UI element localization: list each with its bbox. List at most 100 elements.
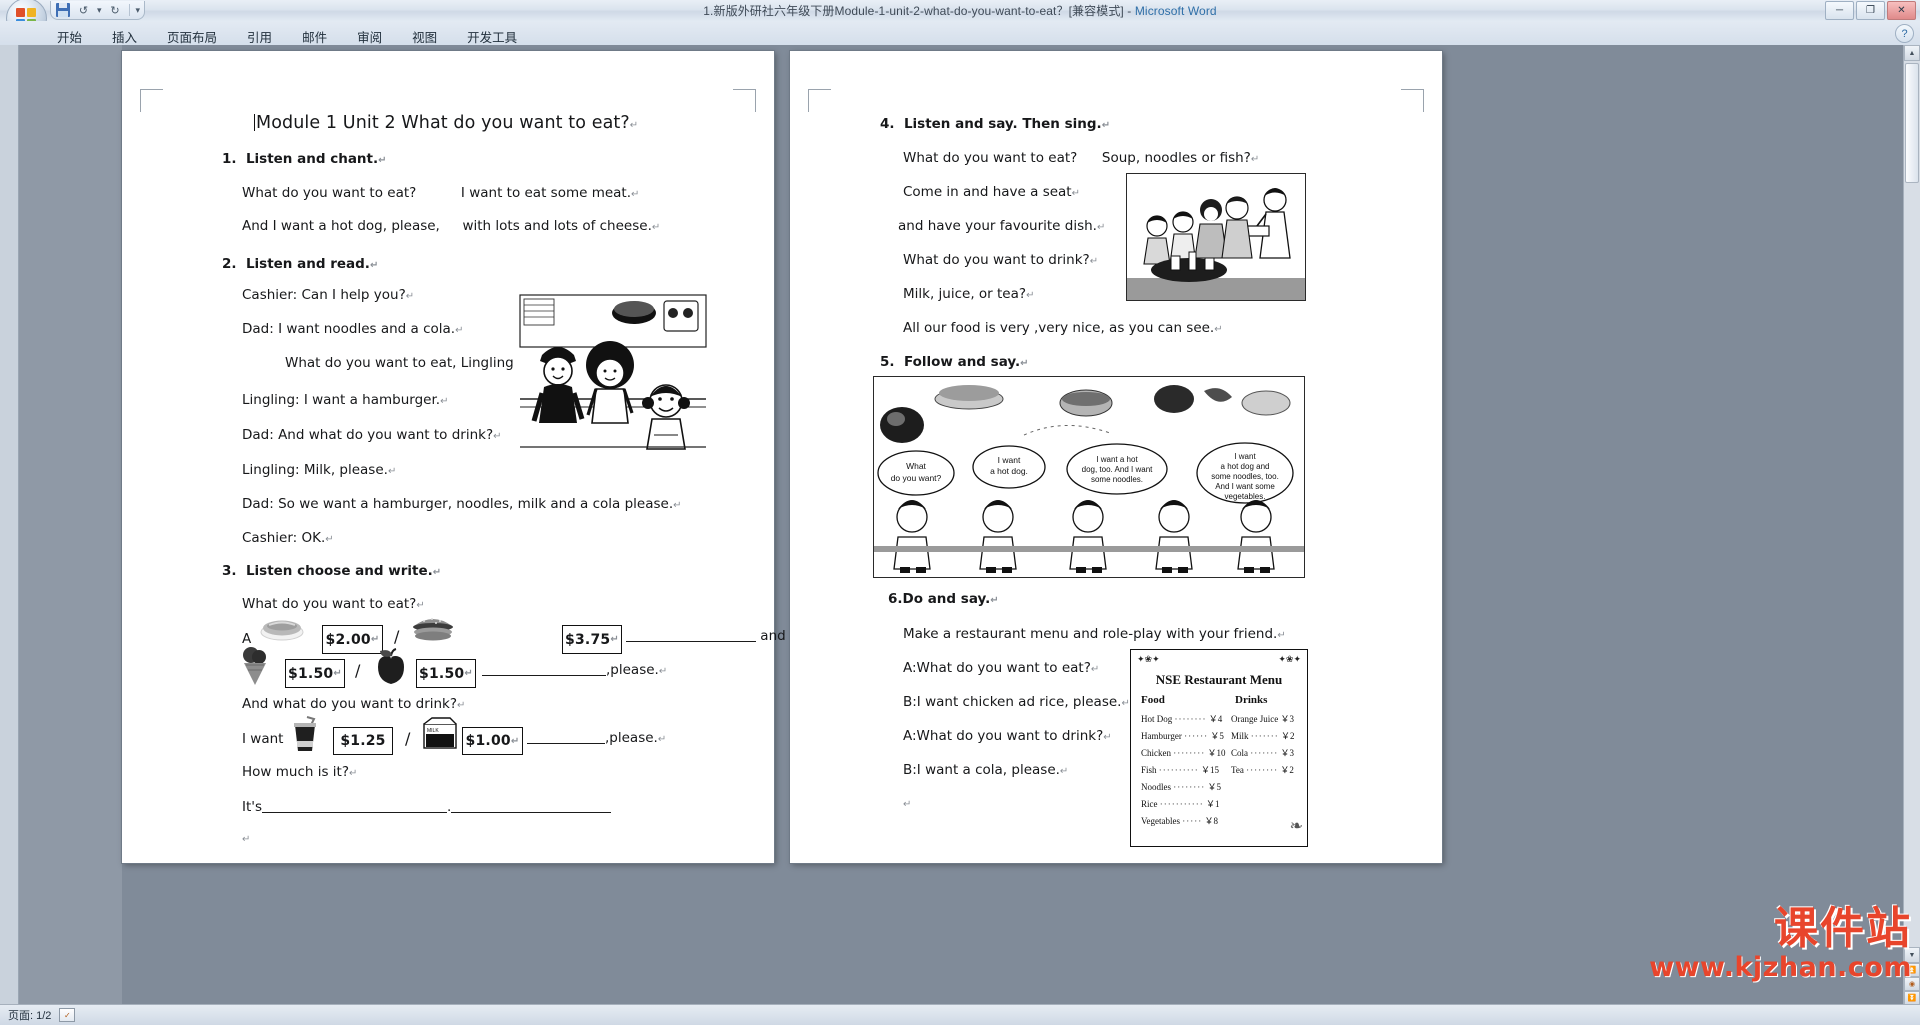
paragraph-mark: ↵ bbox=[349, 768, 358, 779]
paragraph-mark: ↵ bbox=[370, 634, 380, 645]
menu-item-price: ￥4 bbox=[1208, 714, 1223, 724]
menu-dots: ········ bbox=[1173, 748, 1206, 758]
price-box-cola[interactable]: $1.25 bbox=[333, 727, 393, 755]
vertical-scrollbar[interactable]: ▲ ▼ ⏫ ◉ ⏬ bbox=[1903, 45, 1920, 1005]
window-controls: ─ ❐ ✕ bbox=[1825, 1, 1916, 20]
menu-item-price: ￥3 bbox=[1280, 714, 1294, 724]
song-line-5: Milk, juice, or tea?↵ bbox=[903, 286, 1034, 302]
help-button[interactable]: ? bbox=[1895, 24, 1914, 43]
menu-item-name: Tea bbox=[1231, 765, 1244, 775]
next-page-button[interactable]: ⏬ bbox=[1904, 991, 1920, 1005]
section-2-number: 2. bbox=[222, 256, 237, 272]
menu-ornament-topleft: ✦❀✦ bbox=[1137, 654, 1160, 664]
i-want-text: I want bbox=[242, 731, 284, 747]
answer-blank-row-3[interactable]: ,please.↵ bbox=[527, 730, 666, 746]
scroll-up-button[interactable]: ▲ bbox=[1904, 45, 1920, 61]
fill-in-blank[interactable] bbox=[482, 663, 606, 676]
menu-item-price: ￥15 bbox=[1201, 765, 1220, 775]
scroll-down-button[interactable]: ▼ bbox=[1904, 947, 1920, 963]
section-1-line-1: What do you want to eat? I want to eat s… bbox=[242, 185, 639, 201]
paragraph-mark: ↵ bbox=[464, 668, 473, 679]
menu-dots: ·········· bbox=[1158, 765, 1199, 775]
question-text: And what do you want to drink? bbox=[242, 696, 458, 712]
undo-dropdown-icon[interactable]: ▾ bbox=[97, 5, 102, 16]
close-button[interactable]: ✕ bbox=[1887, 1, 1916, 20]
slash-text: / bbox=[405, 729, 411, 748]
menu-ornament-topright: ✦❀✦ bbox=[1278, 654, 1301, 664]
price-box-icecream[interactable]: $1.50 ↵ bbox=[285, 659, 345, 688]
task-line-2: A:What do you want to eat?↵ bbox=[903, 660, 1099, 676]
price-value: $1.25 bbox=[340, 733, 386, 749]
scrollbar-thumb[interactable] bbox=[1905, 63, 1919, 183]
paragraph-mark: ↵ bbox=[387, 466, 397, 477]
select-browse-object-button[interactable]: ◉ bbox=[1904, 977, 1920, 991]
menu-column-food: Food bbox=[1141, 694, 1165, 706]
menu-drink-row: Milk ······· ￥2 bbox=[1231, 729, 1295, 742]
separator-slash-2: / bbox=[355, 661, 360, 680]
maximize-button[interactable]: ❐ bbox=[1856, 1, 1885, 20]
document-page-left[interactable]: Module 1 Unit 2 What do you want to eat?… bbox=[122, 51, 815, 863]
task-line-4: A:What do you want to drink?↵ bbox=[903, 728, 1112, 744]
page-indicator[interactable]: 页面: 1/2 bbox=[0, 1007, 59, 1023]
page-right-content: 4. Listen and say. Then sing.↵ What do y… bbox=[790, 51, 1442, 863]
separator-slash-3: / bbox=[405, 729, 410, 748]
counter-scene-svg bbox=[514, 289, 712, 453]
menu-item-name: Rice bbox=[1141, 799, 1158, 809]
minimize-button[interactable]: ─ bbox=[1825, 1, 1854, 20]
answer-line[interactable]: It's. bbox=[242, 799, 612, 815]
previous-page-button[interactable]: ⏫ bbox=[1904, 963, 1920, 977]
price-box-apple[interactable]: $1.50 ↵ bbox=[416, 659, 476, 688]
menu-item-price: ￥8 bbox=[1204, 816, 1218, 826]
fill-in-blank[interactable] bbox=[626, 629, 756, 642]
chant-line-1a: What do you want to eat? bbox=[242, 185, 417, 201]
fill-in-blank[interactable] bbox=[451, 800, 612, 813]
price-box-milk[interactable]: $1.00 ↵ bbox=[462, 727, 523, 755]
svg-text:some noodles, too.: some noodles, too. bbox=[1211, 472, 1279, 481]
answer-blank-row-1[interactable]: and an↵ bbox=[626, 628, 815, 644]
svg-text:MILK: MILK bbox=[427, 728, 439, 734]
dialog-text: Dad: So we want a hamburger, noodles, mi… bbox=[242, 496, 674, 512]
svg-text:And I want some: And I want some bbox=[1215, 482, 1275, 491]
save-icon[interactable] bbox=[55, 3, 70, 18]
dialog-line-3: What do you want to eat, Lingling?↵ bbox=[285, 355, 529, 371]
menu-item-name: Hot Dog bbox=[1141, 714, 1173, 724]
menu-ornament-bottomright: ❧ bbox=[1289, 818, 1303, 835]
paragraph-mark: ↵ bbox=[432, 567, 442, 578]
paragraph-mark: ↵ bbox=[990, 595, 999, 606]
document-page-right[interactable]: 4. Listen and say. Then sing.↵ What do y… bbox=[790, 51, 1442, 863]
customize-qat-icon[interactable]: ▾ bbox=[136, 5, 141, 16]
menu-column-drinks: Drinks bbox=[1235, 694, 1268, 706]
menu-item-name: Vegetables bbox=[1141, 816, 1180, 826]
paragraph-mark: ↵ bbox=[1096, 222, 1106, 233]
section-3-heading: 3. Listen choose and write.↵ bbox=[222, 563, 441, 579]
answer-blank-row-2[interactable]: ,please.↵ bbox=[482, 662, 667, 678]
dialog-text: Cashier: OK. bbox=[242, 530, 326, 546]
task-text: A:What do you want to eat? bbox=[903, 660, 1091, 676]
svg-text:dog, too. And I want: dog, too. And I want bbox=[1082, 465, 1153, 474]
vertical-ruler bbox=[0, 45, 19, 1005]
chant-line-2b: with lots and lots of cheese. bbox=[462, 218, 652, 234]
exercise-question-1: What do you want to eat?↵ bbox=[242, 596, 425, 612]
undo-icon[interactable]: ↺ bbox=[76, 3, 91, 18]
paragraph-mark: ↵ bbox=[1026, 290, 1035, 301]
application-name: Microsoft Word bbox=[1134, 4, 1217, 18]
paragraph-mark: ↵ bbox=[1071, 188, 1080, 199]
fill-in-blank[interactable] bbox=[527, 731, 605, 744]
ice-cream-cone-icon bbox=[243, 647, 266, 685]
dialog-line-1: Cashier: Can I help you?↵ bbox=[242, 287, 414, 303]
paragraph-mark: ↵ bbox=[631, 189, 640, 200]
fill-in-blank[interactable] bbox=[262, 800, 448, 813]
svg-text:a hot dog.: a hot dog. bbox=[990, 466, 1028, 476]
redo-icon[interactable]: ↻ bbox=[108, 3, 123, 18]
section-1-number: 1. bbox=[222, 151, 237, 167]
proofing-icon[interactable]: ✓ bbox=[59, 1008, 76, 1022]
question-text: How much is it? bbox=[242, 764, 350, 780]
section-5-number: 5. bbox=[880, 354, 895, 370]
svg-text:I want: I want bbox=[998, 455, 1021, 465]
section-1-heading: 1. Listen and chant.↵ bbox=[222, 151, 387, 167]
song-line-4: What do you want to drink?↵ bbox=[903, 252, 1098, 268]
paragraph-mark: ↵ bbox=[651, 222, 661, 233]
price-box-hamburger[interactable]: $3.75 ↵ bbox=[562, 625, 622, 654]
status-bar: 页面: 1/2 ✓ bbox=[0, 1004, 1920, 1025]
menu-item-name: Cola bbox=[1231, 748, 1248, 758]
